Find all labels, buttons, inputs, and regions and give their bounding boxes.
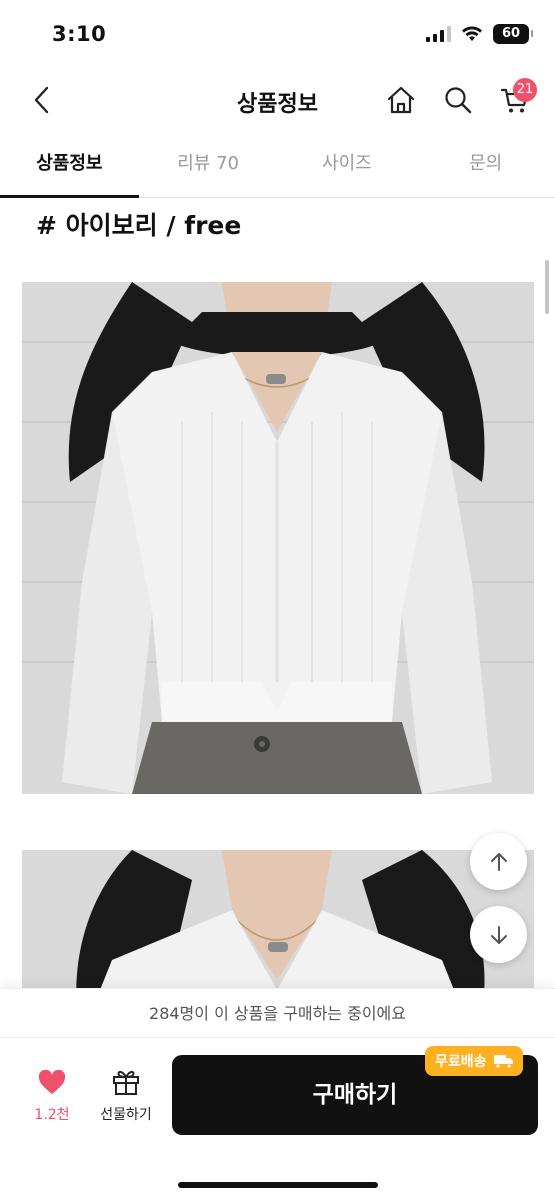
cart-button[interactable]: 21 [495,78,537,120]
search-button[interactable] [438,80,478,120]
product-detail-content[interactable]: # 아이보리 / free [0,198,555,988]
color-option-heading: # 아이보리 / free [36,211,242,240]
app-header: 상품정보 21 [0,70,555,132]
home-button[interactable] [381,80,421,120]
gift-label: 선물하기 [100,1107,152,1123]
home-icon [387,86,415,114]
tab-reviews[interactable]: 리뷰 70 [139,132,278,197]
tab-size[interactable]: 사이즈 [278,132,417,197]
status-time: 3:10 [52,22,107,46]
product-photo-2-illustration [22,850,534,988]
arrow-up-icon [490,852,507,871]
signal-icon [426,26,451,42]
free-shipping-badge: 무료배송 [425,1046,523,1076]
tab-inquiry[interactable]: 문의 [416,132,555,197]
product-tabs: 상품정보 리뷰 70 사이즈 문의 [0,132,555,198]
product-photo-2 [22,850,534,988]
product-photo-1 [22,282,534,794]
free-shipping-label: 무료배송 [435,1054,487,1070]
purchase-activity-notice: 284명이 이 상품을 구매하는 중이에요 [0,988,555,1038]
scroll-up-button[interactable] [470,833,527,890]
battery-icon: 60 [493,24,533,44]
gift-icon [113,1070,139,1095]
like-count: 1.2천 [34,1107,70,1123]
like-button[interactable]: 1.2천 [22,1069,82,1124]
tab-product-info[interactable]: 상품정보 [0,132,139,198]
scrollbar[interactable] [545,260,549,314]
product-photo-1-illustration [22,282,534,794]
status-bar: 3:10 60 [0,0,555,70]
cart-count-badge: 21 [513,78,537,102]
truck-icon [493,1055,513,1069]
home-indicator [178,1182,378,1188]
heart-icon [38,1069,66,1094]
wifi-icon [462,26,482,41]
search-icon [445,87,472,114]
bottom-action-bar: 1.2천 선물하기 구매하기 무료배송 [0,1038,555,1200]
status-icons: 60 [426,24,533,44]
arrow-down-icon [490,925,507,944]
gift-button[interactable]: 선물하기 [92,1068,160,1124]
scroll-down-button[interactable] [470,906,527,963]
